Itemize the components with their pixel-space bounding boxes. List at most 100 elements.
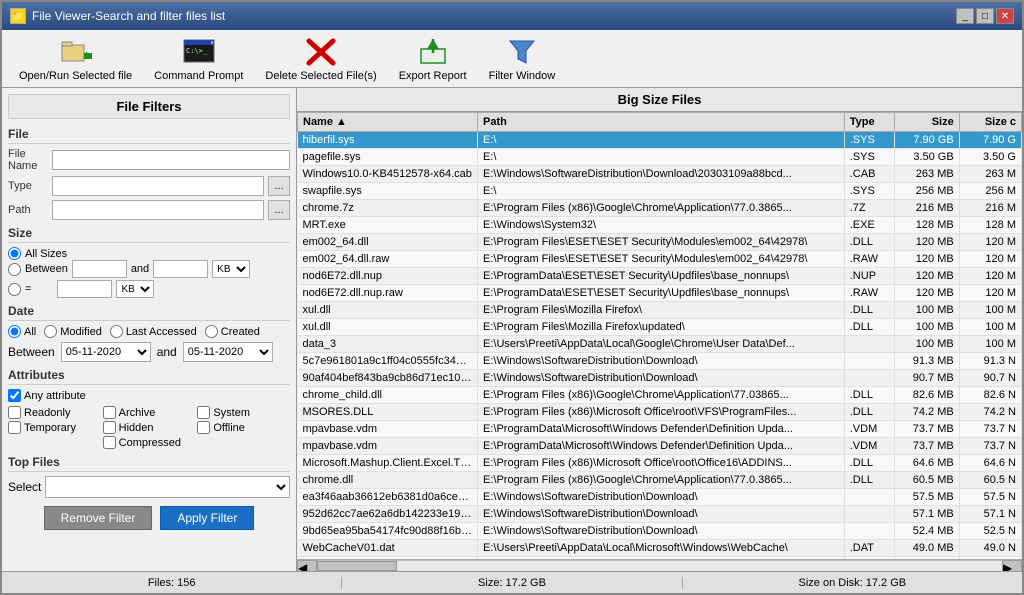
- export-icon: [417, 36, 449, 68]
- equals-radio[interactable]: [8, 283, 21, 296]
- table-row[interactable]: nod6E72.dll.nupE:\ProgramData\ESET\ESET …: [298, 268, 1022, 285]
- table-row[interactable]: MRT.exeE:\Windows\System32\.EXE128 MB128…: [298, 217, 1022, 234]
- col-header-sizec[interactable]: Size c: [959, 113, 1021, 132]
- scrollbar-area[interactable]: ◀ ▶: [297, 559, 1022, 571]
- table-header-row: Name ▲ Path Type Size Size c: [298, 113, 1022, 132]
- table-body: hiberfil.sysE:\.SYS7.90 GB7.90 Gpagefile…: [298, 132, 1022, 560]
- col-header-path[interactable]: Path: [478, 113, 845, 132]
- table-row[interactable]: 952d62cc7ae62a6db142233e19f7c6bf0282701f…: [298, 506, 1022, 523]
- table-row[interactable]: chrome.dllE:\Program Files (x86)\Google\…: [298, 472, 1022, 489]
- table-row[interactable]: swapfile.sysE:\.SYS256 MB256 M: [298, 183, 1022, 200]
- cell-size: 216 MB: [895, 200, 960, 217]
- offline-checkbox[interactable]: [197, 421, 210, 434]
- size-to-input[interactable]: [153, 260, 208, 278]
- table-row[interactable]: 5c7e961801a9c1ff04c0555fc347e6b43f6294e4…: [298, 353, 1022, 370]
- cell-type: .NUP: [844, 268, 894, 285]
- table-row[interactable]: xul.dllE:\Program Files\Mozilla Firefox\…: [298, 302, 1022, 319]
- table-row[interactable]: chrome.7zE:\Program Files (x86)\Google\C…: [298, 200, 1022, 217]
- size-from-input[interactable]: [72, 260, 127, 278]
- top-files-select[interactable]: Top 10 Top 20 Top 50 Top 100: [45, 476, 290, 498]
- table-row[interactable]: ea3f46aab36612eb6381d0a6ce2a94051a6cfca6…: [298, 489, 1022, 506]
- table-row[interactable]: pagefile.sysE:\.SYS3.50 GB3.50 G: [298, 149, 1022, 166]
- cell-sizec: 52.5 N: [959, 523, 1021, 540]
- all-sizes-radio[interactable]: [8, 247, 21, 260]
- cell-type: .RAW: [844, 285, 894, 302]
- col-header-type[interactable]: Type: [844, 113, 894, 132]
- temporary-checkbox[interactable]: [8, 421, 21, 434]
- table-row[interactable]: 9bd65ea95ba54174fc90d88f16b8f5e2e760c7a0…: [298, 523, 1022, 540]
- cell-name: chrome.7z: [298, 200, 478, 217]
- table-row[interactable]: xul.dllE:\Program Files\Mozilla Firefox\…: [298, 319, 1022, 336]
- date-from-select[interactable]: 05-11-2020: [61, 342, 151, 362]
- cell-path: E:\Program Files (x86)\Google\Chrome\App…: [478, 200, 845, 217]
- size-eq-input[interactable]: [57, 280, 112, 298]
- table-row[interactable]: Windows10.0-KB4512578-x64.cabE:\Windows\…: [298, 166, 1022, 183]
- cell-path: E:\Program Files (x86)\Google\Chrome\App…: [478, 387, 845, 404]
- path-browse-btn[interactable]: …: [268, 200, 290, 220]
- offline-attr-row: Offline: [197, 421, 290, 434]
- filter-button[interactable]: Filter Window: [480, 31, 565, 87]
- type-label: Type: [8, 180, 48, 192]
- col-header-size[interactable]: Size: [895, 113, 960, 132]
- cell-type: .DAT: [844, 540, 894, 557]
- scroll-left-btn[interactable]: ◀: [297, 560, 317, 572]
- date-modified-radio[interactable]: [44, 325, 57, 338]
- compressed-checkbox[interactable]: [103, 436, 116, 449]
- any-attr-checkbox[interactable]: [8, 389, 21, 402]
- scrollbar-track[interactable]: [317, 560, 1002, 572]
- cell-size: 120 MB: [895, 251, 960, 268]
- cell-size: 57.1 MB: [895, 506, 960, 523]
- table-row[interactable]: mpavbase.vdmE:\ProgramData\Microsoft\Win…: [298, 421, 1022, 438]
- type-browse-btn[interactable]: …: [268, 176, 290, 196]
- cell-name: ea3f46aab36612eb6381d0a6ce2a94051a6cfca6…: [298, 489, 478, 506]
- table-row[interactable]: MSORES.DLLE:\Program Files (x86)\Microso…: [298, 404, 1022, 421]
- cell-name: xul.dll: [298, 319, 478, 336]
- table-row[interactable]: Microsoft.Mashup.Client.Excel.Themes.dll…: [298, 455, 1022, 472]
- scroll-right-btn[interactable]: ▶: [1002, 560, 1022, 572]
- open-run-button[interactable]: Open/Run Selected file: [10, 31, 141, 87]
- date-accessed-radio[interactable]: [110, 325, 123, 338]
- size-unit-select[interactable]: KBMBGB: [212, 260, 250, 278]
- delete-button[interactable]: Delete Selected File(s): [256, 31, 385, 87]
- date-all-radio[interactable]: [8, 325, 21, 338]
- date-created-radio[interactable]: [205, 325, 218, 338]
- table-row[interactable]: mpavbase.vdmE:\ProgramData\Microsoft\Win…: [298, 438, 1022, 455]
- cell-sizec: 100 M: [959, 302, 1021, 319]
- content-title: Big Size Files: [297, 88, 1022, 112]
- cmd-button[interactable]: C:\>_ Command Prompt: [145, 31, 252, 87]
- cell-type: .DLL: [844, 404, 894, 421]
- table-row[interactable]: chrome_child.dllE:\Program Files (x86)\G…: [298, 387, 1022, 404]
- table-row[interactable]: WebCacheV01.datE:\Users\Preeti\AppData\L…: [298, 540, 1022, 557]
- hidden-checkbox[interactable]: [103, 421, 116, 434]
- cell-name: Windows10.0-KB4512578-x64.cab: [298, 166, 478, 183]
- table-row[interactable]: em002_64.dllE:\Program Files\ESET\ESET S…: [298, 234, 1022, 251]
- close-button[interactable]: ✕: [996, 8, 1014, 24]
- date-to-select[interactable]: 05-11-2020: [183, 342, 273, 362]
- readonly-checkbox[interactable]: [8, 406, 21, 419]
- maximize-button[interactable]: □: [976, 8, 994, 24]
- system-checkbox[interactable]: [197, 406, 210, 419]
- file-table-container[interactable]: Name ▲ Path Type Size Size c hiberfil.sy…: [297, 112, 1022, 559]
- path-label: Path: [8, 204, 48, 216]
- path-input[interactable]: [52, 200, 264, 220]
- export-button[interactable]: Export Report: [390, 31, 476, 87]
- filename-input[interactable]: [52, 150, 290, 170]
- cell-sizec: 82.6 N: [959, 387, 1021, 404]
- table-row[interactable]: data_3E:\Users\Preeti\AppData\Local\Goog…: [298, 336, 1022, 353]
- minimize-button[interactable]: _: [956, 8, 974, 24]
- table-row[interactable]: em002_64.dll.rawE:\Program Files\ESET\ES…: [298, 251, 1022, 268]
- remove-filter-button[interactable]: Remove Filter: [44, 506, 153, 530]
- table-row[interactable]: nod6E72.dll.nup.rawE:\ProgramData\ESET\E…: [298, 285, 1022, 302]
- cell-size: 64.6 MB: [895, 455, 960, 472]
- archive-checkbox[interactable]: [103, 406, 116, 419]
- table-row[interactable]: 90af404bef843ba9cb86d71ec10b3ff515df5e21…: [298, 370, 1022, 387]
- svg-text:C:\>_: C:\>_: [186, 47, 208, 55]
- window-controls: _ □ ✕: [956, 8, 1014, 24]
- table-row[interactable]: hiberfil.sysE:\.SYS7.90 GB7.90 G: [298, 132, 1022, 149]
- scrollbar-thumb[interactable]: [317, 561, 397, 571]
- size-eq-unit-select[interactable]: KBMBGB: [116, 280, 154, 298]
- apply-filter-button[interactable]: Apply Filter: [160, 506, 254, 530]
- between-radio[interactable]: [8, 263, 21, 276]
- type-input[interactable]: [52, 176, 264, 196]
- col-header-name[interactable]: Name ▲: [298, 113, 478, 132]
